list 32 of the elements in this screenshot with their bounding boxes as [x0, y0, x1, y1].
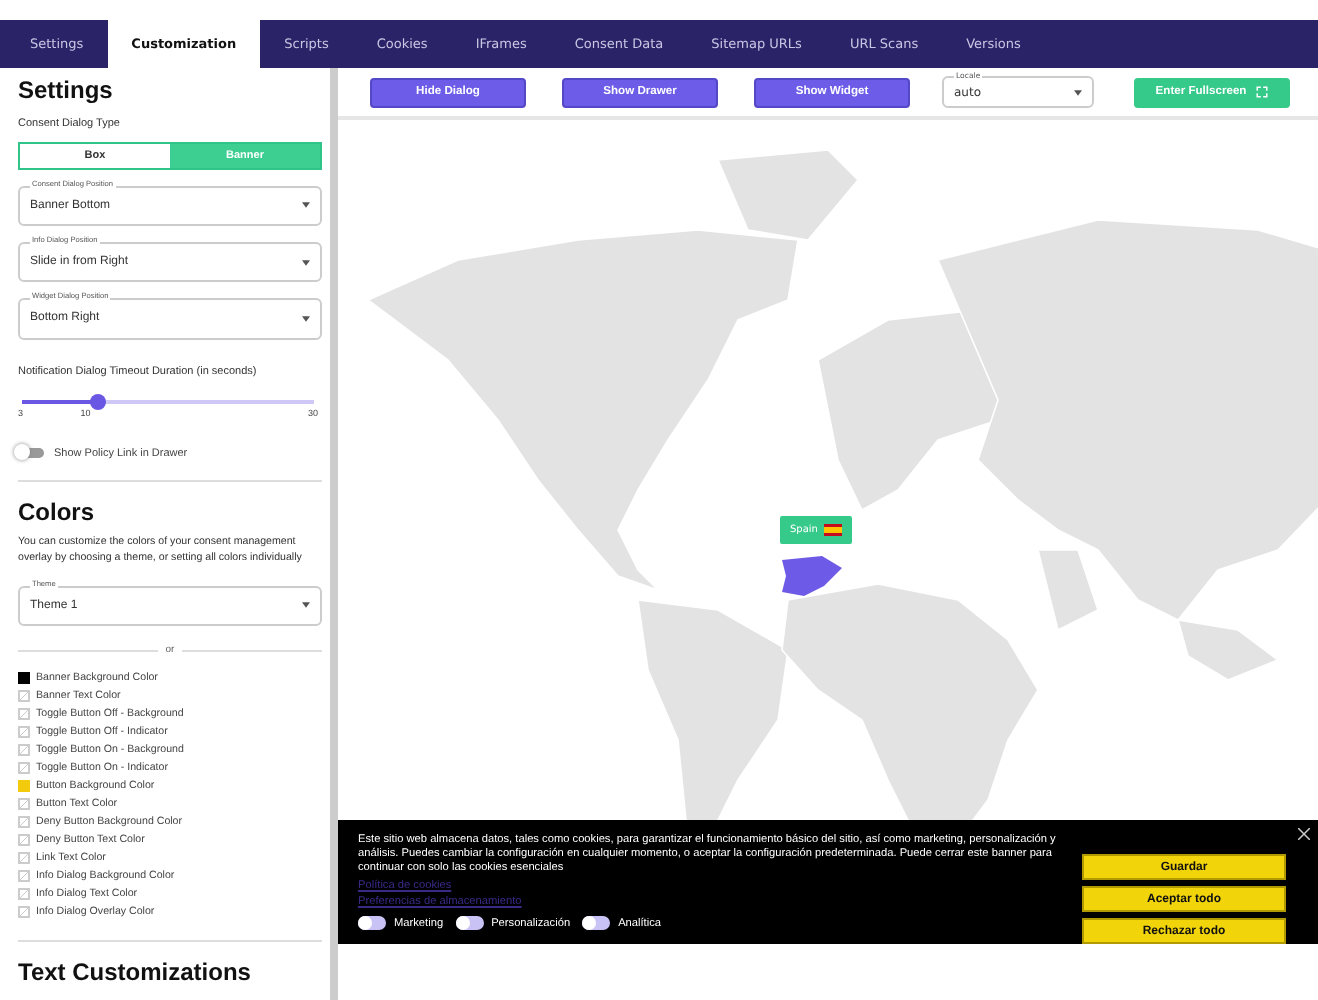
empty-swatch[interactable]: [18, 726, 30, 739]
empty-swatch[interactable]: [18, 744, 30, 757]
slider-thumb[interactable]: [89, 393, 106, 410]
highlighted-country-shape: [782, 556, 842, 596]
fullscreen-icon: [1256, 86, 1269, 98]
empty-swatch[interactable]: [18, 798, 30, 811]
dropdown-caret-icon: [302, 202, 310, 209]
section-heading: Colors: [18, 497, 97, 526]
section-heading: Text Customizations: [18, 958, 253, 987]
flag-icon: [823, 524, 842, 536]
empty-swatch[interactable]: [18, 816, 30, 829]
empty-swatch[interactable]: [18, 834, 30, 847]
toggle-switch[interactable]: [18, 448, 44, 459]
toggle-switch[interactable]: [358, 916, 386, 930]
empty-swatch[interactable]: [18, 870, 30, 883]
empty-swatch[interactable]: [18, 852, 30, 865]
dropdown-caret-icon: [302, 602, 310, 609]
empty-swatch[interactable]: [18, 708, 30, 721]
toggle-switch[interactable]: [455, 916, 484, 930]
empty-swatch[interactable]: [18, 762, 30, 775]
dropdown-caret-icon: [302, 315, 310, 322]
empty-swatch[interactable]: [18, 906, 30, 919]
section-heading: Settings: [18, 76, 115, 104]
dropdown-caret-icon: [302, 259, 310, 266]
dropdown-caret-icon: [1074, 89, 1082, 95]
close-icon[interactable]: [1298, 828, 1310, 840]
toggle-switch[interactable]: [582, 916, 611, 930]
empty-swatch[interactable]: [18, 888, 30, 901]
color-swatch[interactable]: [18, 672, 30, 685]
slider-track[interactable]: [22, 399, 314, 404]
color-swatch[interactable]: [18, 780, 30, 793]
empty-swatch[interactable]: [18, 690, 30, 703]
